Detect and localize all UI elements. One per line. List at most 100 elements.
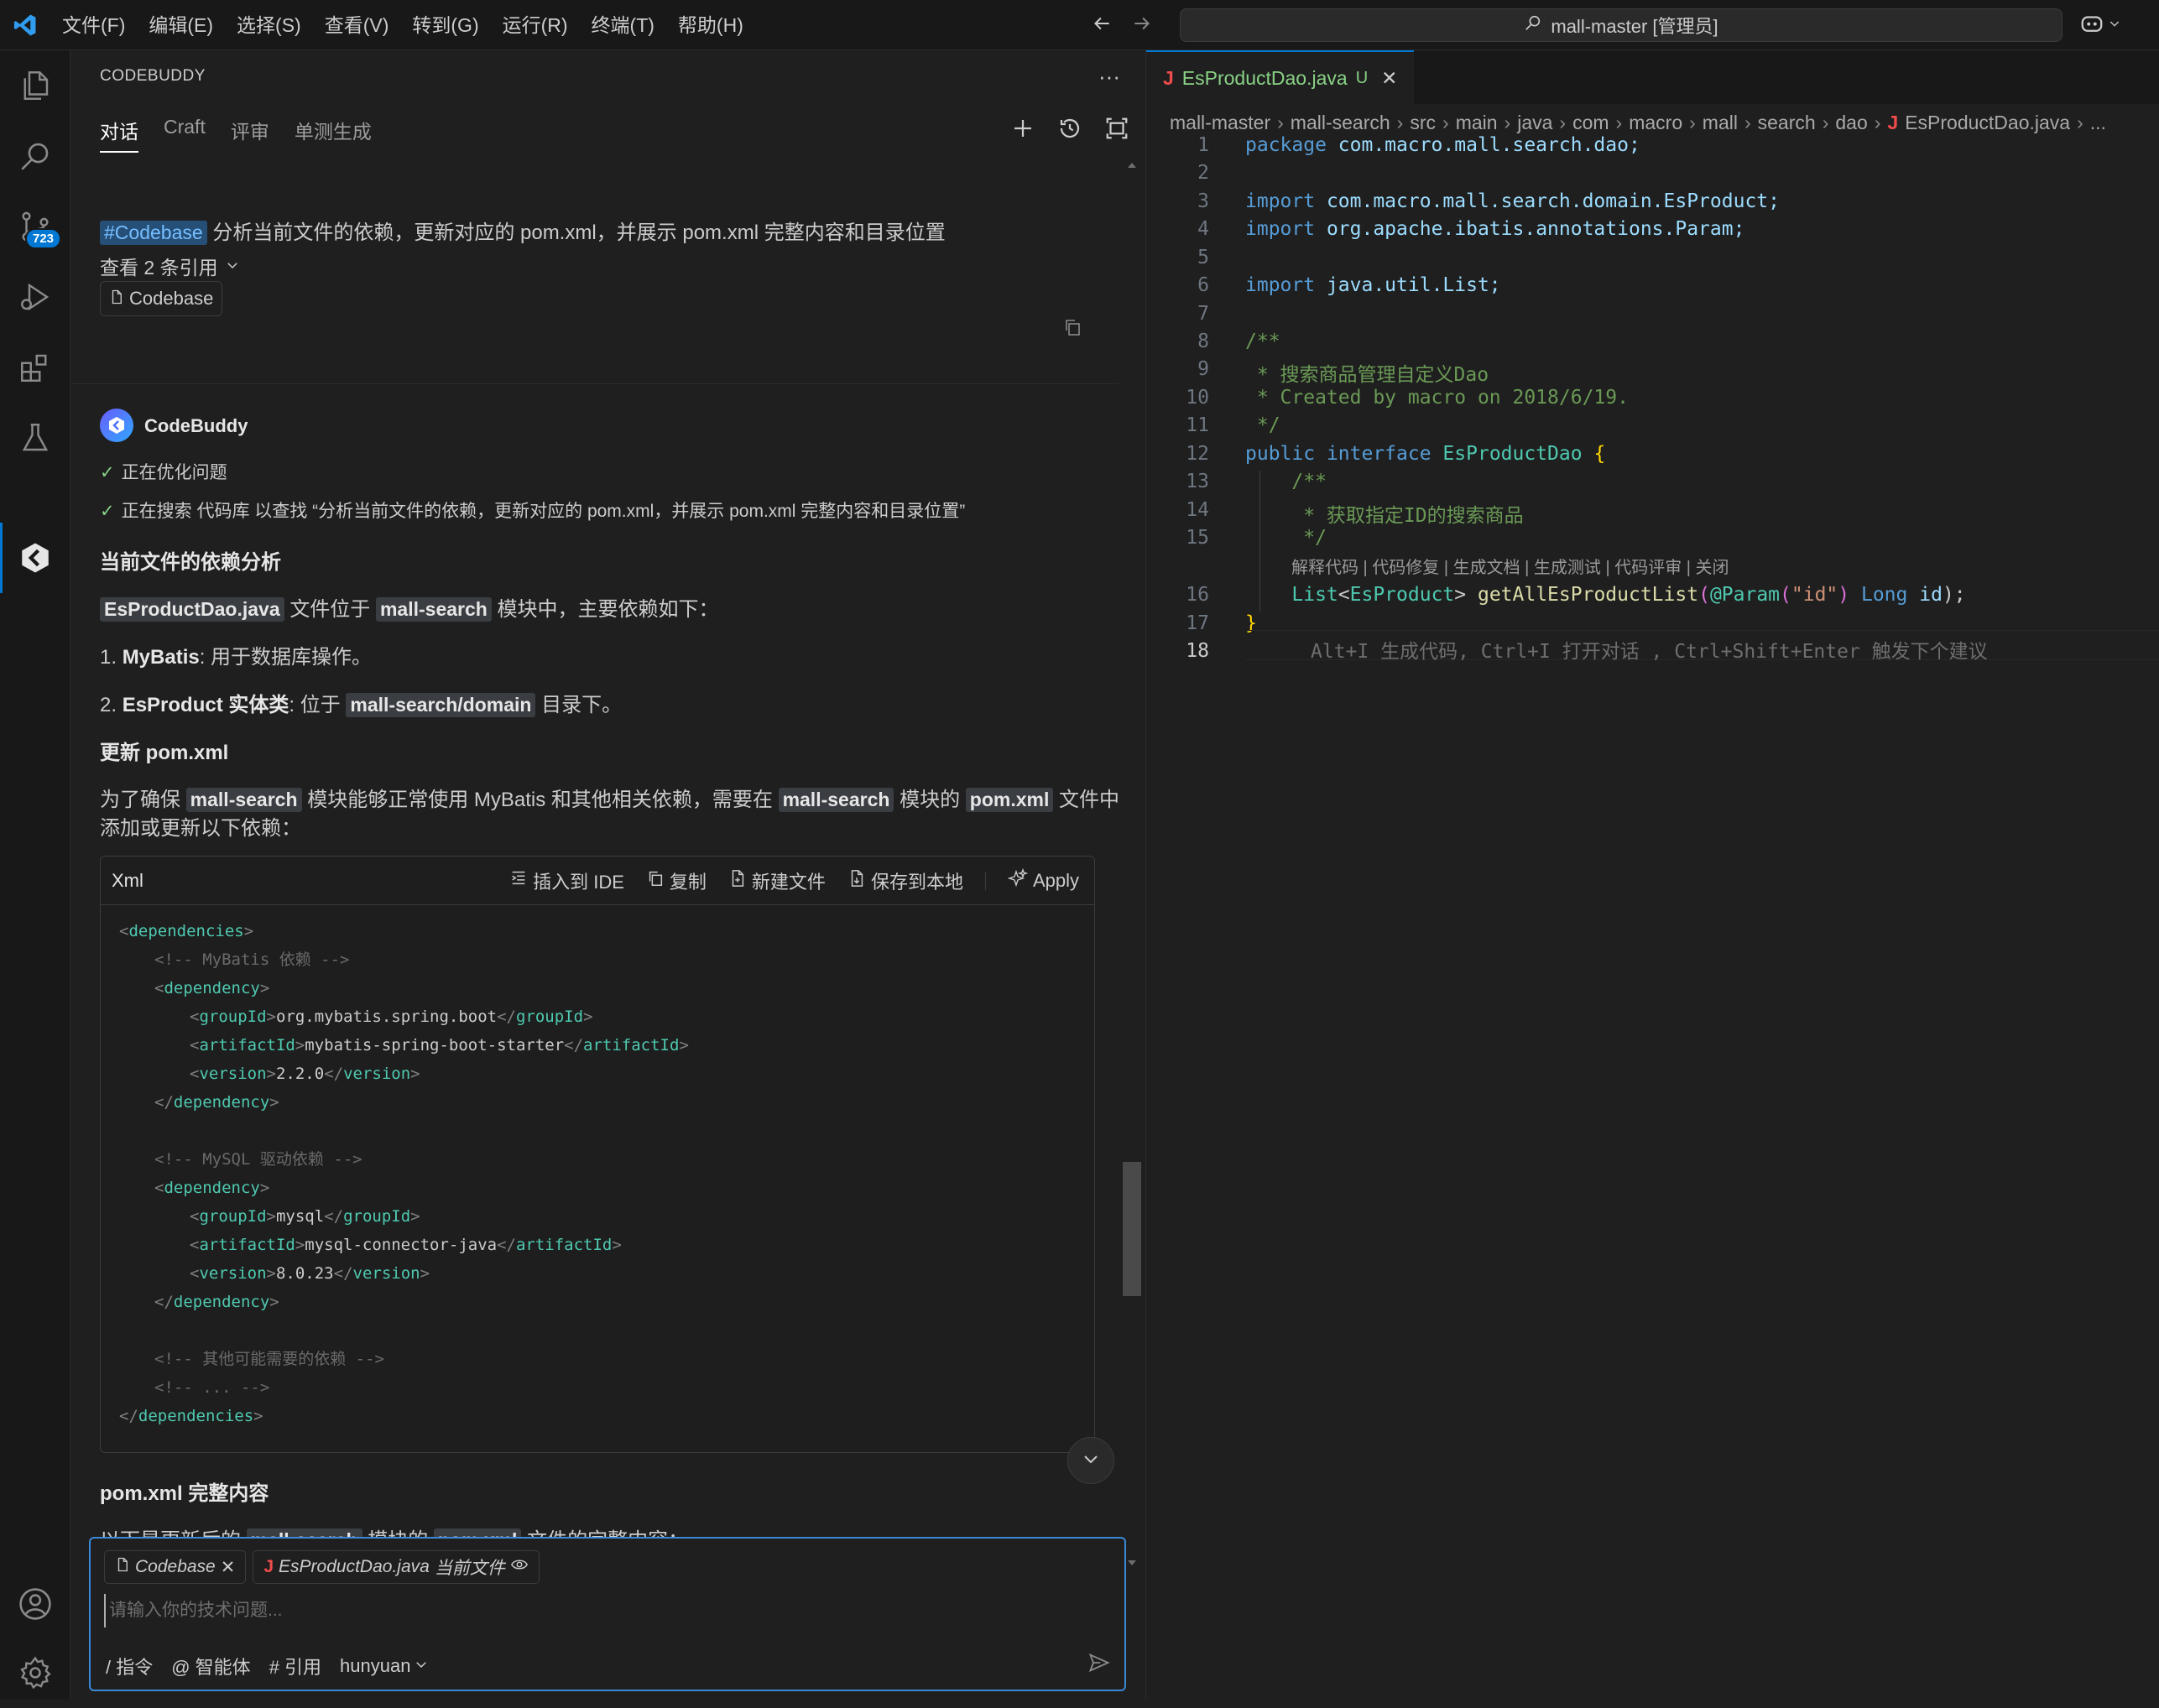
new-chat-plus-icon[interactable]	[1010, 116, 1035, 145]
chat-messages[interactable]: #Codebase 分析当前文件的依赖，更新对应的 pom.xml，并展示 po…	[70, 155, 1126, 1573]
line-number: 8	[1197, 331, 1209, 352]
bot-name: CodeBuddy	[144, 415, 248, 436]
account-icon[interactable]	[0, 1569, 70, 1639]
references-toggle[interactable]: 查看 2 条引用	[100, 252, 240, 280]
reference-chip-label: Codebase	[129, 288, 214, 309]
line-number: 13	[1186, 471, 1209, 492]
breadcrumb-separator: ›	[1559, 111, 1567, 133]
button-label: Apply	[1032, 870, 1079, 891]
command-center-search[interactable]: mall-master [管理员]	[1180, 8, 2063, 42]
inline-code: mall-search	[778, 788, 894, 812]
source-control-icon[interactable]	[0, 191, 70, 262]
code-block-line: <dependency>	[154, 979, 270, 997]
copy-icon[interactable]	[1062, 317, 1082, 341]
settings-gear-icon[interactable]	[0, 1638, 70, 1708]
scroll-to-bottom-button[interactable]	[1067, 1437, 1114, 1484]
codebuddy-icon[interactable]	[0, 523, 70, 593]
inline-suggestion-hint: Alt+I 生成代码, Ctrl+I 打开对话 , Ctrl+Shift+Ent…	[1311, 641, 1988, 663]
panel-actions	[1010, 116, 1129, 145]
search-icon[interactable]	[0, 121, 70, 191]
code-block-line: <version>2.2.0</version>	[190, 1065, 420, 1083]
nav-arrows	[1091, 0, 1153, 50]
forward-arrow-icon[interactable]	[1131, 13, 1153, 39]
menu-view[interactable]: 查看(V)	[313, 0, 401, 50]
close-icon[interactable]: ✕	[221, 1557, 236, 1578]
breadcrumb-item[interactable]: com	[1572, 112, 1609, 134]
code-line: /**	[1245, 471, 1327, 492]
history-icon[interactable]	[1057, 116, 1082, 145]
breadcrumb-item[interactable]: search	[1758, 112, 1816, 134]
chevron-down-icon	[225, 255, 240, 278]
chat-input-box: Codebase ✕ J EsProductDao.java 当前文件 / 指令…	[89, 1537, 1126, 1691]
code-block-body[interactable]: <dependencies> <!-- MyBatis 依赖 --> <depend…	[101, 905, 1094, 1430]
insert-ide-button[interactable]: 插入到 IDE	[509, 867, 624, 894]
breadcrumb-item[interactable]: java	[1517, 112, 1552, 134]
breadcrumb-item[interactable]: mall-master	[1170, 112, 1270, 134]
menu-terminal[interactable]: 终端(T)	[580, 0, 666, 50]
tab-chat[interactable]: 对话	[100, 116, 138, 153]
text: : 位于	[289, 694, 341, 716]
chat-input[interactable]	[104, 1594, 1069, 1627]
breadcrumb-separator: ›	[1277, 111, 1284, 133]
testing-icon[interactable]	[0, 403, 70, 473]
breadcrumb-item[interactable]: src	[1410, 112, 1436, 134]
copilot-menu-button[interactable]	[2079, 10, 2121, 40]
agent-button[interactable]: @ 智能体	[171, 1653, 250, 1679]
tab-craft[interactable]: Craft	[164, 116, 206, 153]
java-file-icon: J	[1887, 111, 1899, 133]
menu-help[interactable]: 帮助(H)	[666, 0, 755, 50]
new-file-button[interactable]: 新建文件	[728, 867, 826, 894]
java-file-icon: J	[263, 1557, 274, 1576]
breadcrumb-item[interactable]: mall-search	[1291, 112, 1390, 134]
scrollbar-thumb[interactable]	[1123, 1162, 1141, 1296]
tab-unit-test[interactable]: 单测生成	[295, 116, 372, 153]
reference-button[interactable]: # 引用	[269, 1653, 321, 1679]
context-chip-codebase[interactable]: Codebase ✕	[104, 1550, 247, 1584]
breadcrumb-item[interactable]: ...	[2090, 112, 2106, 134]
breadcrumb-item[interactable]: macro	[1629, 112, 1682, 134]
command-button[interactable]: / 指令	[106, 1653, 153, 1679]
codebase-tag[interactable]: #Codebase	[100, 221, 207, 245]
expand-panel-icon[interactable]	[1104, 116, 1129, 145]
extensions-icon[interactable]	[0, 332, 70, 403]
tab-review[interactable]: 评审	[231, 116, 269, 153]
context-chip-current-file[interactable]: J EsProductDao.java 当前文件	[253, 1550, 540, 1584]
code-block-line: </dependency>	[154, 1093, 279, 1112]
send-button[interactable]	[1087, 1651, 1111, 1679]
eye-icon[interactable]	[510, 1555, 529, 1579]
breadcrumb-item[interactable]: EsProductDao.java	[1905, 112, 2070, 134]
run-debug-icon[interactable]	[0, 262, 70, 332]
java-file-icon: J	[1163, 66, 1174, 89]
more-actions-icon[interactable]: ···	[1098, 64, 1120, 90]
paragraph-file-location: EsProductDao.java 文件位于 mall-search 模块中，主…	[100, 592, 719, 622]
menu-go[interactable]: 转到(G)	[400, 0, 490, 50]
editor-tab-esproductdao[interactable]: J EsProductDao.java U ✕	[1146, 50, 1415, 104]
menu-edit[interactable]: 编辑(E)	[137, 0, 225, 50]
back-arrow-icon[interactable]	[1091, 13, 1113, 39]
text: : 用于数据库操作。	[199, 646, 373, 669]
reference-chip-codebase[interactable]: Codebase	[100, 281, 223, 316]
code-language: Xml	[112, 869, 143, 891]
breadcrumb-item[interactable]: dao	[1835, 112, 1867, 134]
chat-scrollbar[interactable]	[1121, 159, 1143, 1569]
copy-button[interactable]: 复制	[646, 867, 707, 894]
model-selector[interactable]: hunyuan	[340, 1653, 429, 1679]
breadcrumb-item[interactable]: mall	[1703, 112, 1738, 134]
step-optimize: ✓ 正在优化问题	[100, 459, 227, 484]
code-line: */	[1245, 414, 1280, 436]
menu-run[interactable]: 运行(R)	[491, 0, 580, 50]
new-file-icon	[728, 869, 747, 893]
breadcrumb-item[interactable]: main	[1456, 112, 1498, 134]
menu-file[interactable]: 文件(F)	[50, 0, 137, 50]
code-line: /**	[1245, 331, 1280, 352]
line-number: 16	[1186, 584, 1209, 606]
close-icon[interactable]: ✕	[1381, 67, 1397, 90]
menu-selection[interactable]: 选择(S)	[225, 0, 313, 50]
apply-button[interactable]: Apply	[1007, 867, 1079, 893]
step-text: 正在优化问题	[121, 463, 227, 482]
codelens-actions[interactable]: 解释代码 | 代码修复 | 生成文档 | 生成测试 | 代码评审 | 关闭	[1291, 554, 1729, 578]
line-number: 14	[1186, 499, 1209, 521]
save-local-button[interactable]: 保存到本地	[847, 867, 963, 894]
inline-code: mall-search/domain	[346, 693, 536, 717]
files-icon[interactable]	[0, 50, 70, 121]
